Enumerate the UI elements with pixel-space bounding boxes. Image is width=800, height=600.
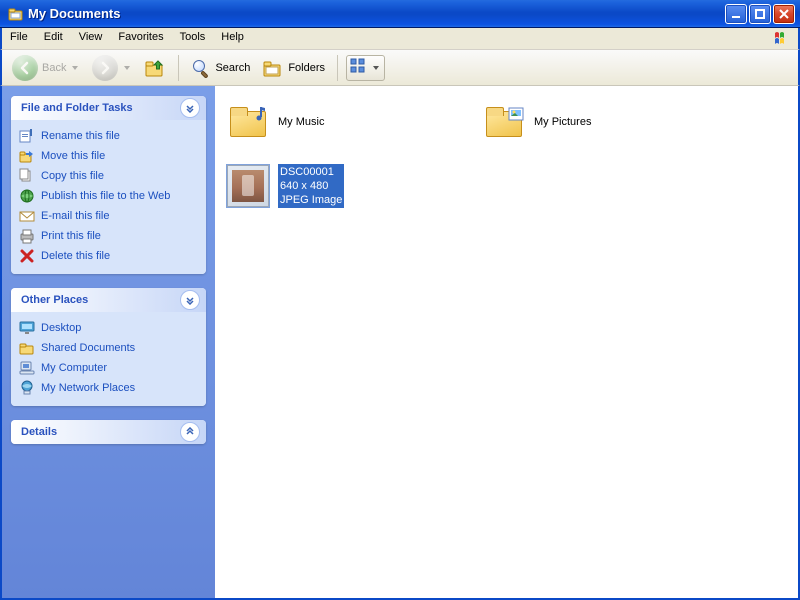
item-dsc00001[interactable]: DSC00001 640 x 480 JPEG Image xyxy=(223,158,461,214)
shared-folder-icon xyxy=(19,340,35,356)
desktop-icon xyxy=(19,320,35,336)
search-button[interactable]: Search xyxy=(187,54,254,82)
panel-file-folder-tasks: File and Folder Tasks Rename this file xyxy=(11,96,206,274)
my-pictures-folder-icon xyxy=(482,100,526,144)
back-label: Back xyxy=(42,62,66,74)
toolbar: Back xyxy=(0,50,800,86)
window-title: My Documents xyxy=(28,6,725,21)
menu-help[interactable]: Help xyxy=(213,28,252,49)
task-publish[interactable]: Publish this file to the Web xyxy=(19,186,198,206)
folders-button[interactable]: Folders xyxy=(258,54,329,82)
task-delete-label: Delete this file xyxy=(41,250,110,262)
windows-flag-icon xyxy=(772,30,794,48)
titlebar: My Documents xyxy=(0,0,800,28)
place-my-network[interactable]: My Network Places xyxy=(19,378,198,398)
up-button[interactable] xyxy=(140,54,170,82)
panel-title-other-places: Other Places xyxy=(21,294,88,306)
chevron-up-icon xyxy=(180,290,200,310)
place-shared-docs-label: Shared Documents xyxy=(41,342,135,354)
back-dropdown[interactable] xyxy=(70,64,80,72)
content-pane[interactable]: My Music xyxy=(215,86,798,598)
menubar: File Edit View Favorites Tools Help xyxy=(0,28,800,50)
panel-title-file-tasks: File and Folder Tasks xyxy=(21,102,133,114)
item-dsc00001-name: DSC00001 xyxy=(280,165,342,179)
rename-icon xyxy=(19,128,35,144)
views-icon xyxy=(350,58,368,77)
move-icon xyxy=(19,148,35,164)
item-my-music[interactable]: My Music xyxy=(223,94,461,150)
folders-icon xyxy=(262,57,284,79)
toolbar-separator-2 xyxy=(337,55,338,81)
up-folder-icon xyxy=(144,57,166,79)
panel-details: Details xyxy=(11,420,206,444)
back-button[interactable]: Back xyxy=(8,54,84,82)
task-copy[interactable]: Copy this file xyxy=(19,166,198,186)
forward-button[interactable] xyxy=(88,54,136,82)
my-computer-icon xyxy=(19,360,35,376)
publish-web-icon xyxy=(19,188,35,204)
forward-arrow-icon xyxy=(92,55,118,81)
panel-header-file-tasks[interactable]: File and Folder Tasks xyxy=(11,96,206,120)
menu-tools[interactable]: Tools xyxy=(172,28,214,49)
place-shared-docs[interactable]: Shared Documents xyxy=(19,338,198,358)
place-my-network-label: My Network Places xyxy=(41,382,135,394)
tasks-sidebar: File and Folder Tasks Rename this file xyxy=(2,86,215,598)
item-my-music-label: My Music xyxy=(278,115,324,129)
views-dropdown[interactable] xyxy=(371,64,381,72)
panel-header-other-places[interactable]: Other Places xyxy=(11,288,206,312)
close-button[interactable] xyxy=(773,4,795,24)
task-delete[interactable]: Delete this file xyxy=(19,246,198,266)
item-my-pictures[interactable]: My Pictures xyxy=(479,94,717,150)
task-print[interactable]: Print this file xyxy=(19,226,198,246)
toolbar-separator-1 xyxy=(178,55,179,81)
menu-file[interactable]: File xyxy=(2,28,36,49)
folder-app-icon xyxy=(8,6,24,22)
task-email-label: E-mail this file xyxy=(41,210,109,222)
task-publish-label: Publish this file to the Web xyxy=(41,190,170,202)
place-desktop[interactable]: Desktop xyxy=(19,318,198,338)
task-move[interactable]: Move this file xyxy=(19,146,198,166)
item-dsc00001-dims: 640 x 480 xyxy=(280,179,342,193)
forward-dropdown[interactable] xyxy=(122,64,132,72)
maximize-button[interactable] xyxy=(749,4,771,24)
search-icon xyxy=(191,58,211,78)
email-icon xyxy=(19,208,35,224)
search-label: Search xyxy=(215,62,250,74)
panel-other-places: Other Places Desktop Shared Doc xyxy=(11,288,206,406)
task-print-label: Print this file xyxy=(41,230,101,242)
image-thumbnail-icon xyxy=(226,164,270,208)
delete-icon xyxy=(19,248,35,264)
panel-title-details: Details xyxy=(21,426,57,438)
task-email[interactable]: E-mail this file xyxy=(19,206,198,226)
item-dsc00001-type: JPEG Image xyxy=(280,193,342,207)
my-music-folder-icon xyxy=(226,100,270,144)
print-icon xyxy=(19,228,35,244)
menu-edit[interactable]: Edit xyxy=(36,28,71,49)
views-button[interactable] xyxy=(346,55,385,81)
menu-favorites[interactable]: Favorites xyxy=(110,28,171,49)
minimize-button[interactable] xyxy=(725,4,747,24)
place-my-computer-label: My Computer xyxy=(41,362,107,374)
task-move-label: Move this file xyxy=(41,150,105,162)
place-my-computer[interactable]: My Computer xyxy=(19,358,198,378)
panel-header-details[interactable]: Details xyxy=(11,420,206,444)
chevron-up-icon xyxy=(180,98,200,118)
task-rename[interactable]: Rename this file xyxy=(19,126,198,146)
folders-label: Folders xyxy=(288,62,325,74)
network-places-icon xyxy=(19,380,35,396)
menu-view[interactable]: View xyxy=(71,28,111,49)
chevron-down-icon xyxy=(180,422,200,442)
task-rename-label: Rename this file xyxy=(41,130,120,142)
item-my-pictures-label: My Pictures xyxy=(534,115,591,129)
back-arrow-icon xyxy=(12,55,38,81)
place-desktop-label: Desktop xyxy=(41,322,81,334)
task-copy-label: Copy this file xyxy=(41,170,104,182)
copy-icon xyxy=(19,168,35,184)
